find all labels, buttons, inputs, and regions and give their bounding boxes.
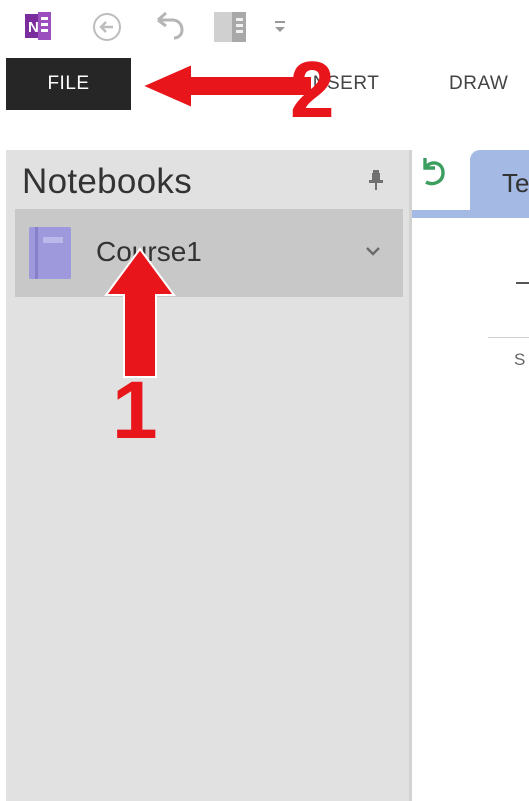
page-date: S [514,350,526,369]
chevron-down-icon[interactable] [364,242,382,260]
section-tab-underline [412,210,529,218]
sync-icon[interactable] [417,154,447,190]
notebook-icon [29,227,71,279]
section-tab-active[interactable]: Te [470,150,529,218]
notebooks-header: Notebooks [22,162,193,201]
page-title[interactable] [516,282,529,284]
annotation-number-1: 1 [112,365,158,456]
dock-to-desktop-icon[interactable] [212,10,248,44]
tab-draw[interactable]: DRAW [449,58,508,110]
annotation-number-2: 2 [290,45,335,134]
customize-toolbar-icon[interactable] [272,18,288,36]
section-tab-label: Te [502,168,529,198]
quick-access-toolbar: N [0,0,529,58]
undo-icon[interactable] [152,10,186,42]
file-tab[interactable]: FILE [6,58,131,110]
page-canvas[interactable] [412,218,529,801]
onenote-icon[interactable]: N [25,12,51,40]
notebook-navigation-pane: Notebooks Course1 [6,150,409,801]
back-arrow-icon[interactable] [92,12,122,42]
notebook-item-course1[interactable]: Course1 [15,209,403,297]
page-title-rule [488,337,529,338]
pin-icon[interactable] [366,168,386,192]
svg-text:N: N [28,19,39,36]
annotation-arrow-up [104,247,176,378]
annotation-arrow-left [140,62,313,110]
